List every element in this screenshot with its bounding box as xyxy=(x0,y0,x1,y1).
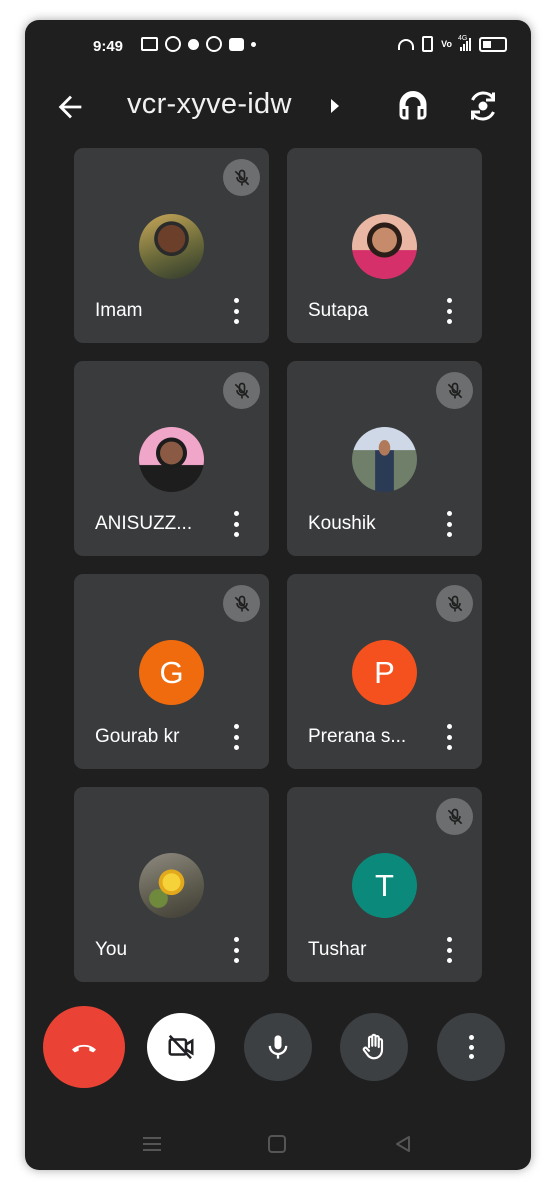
headphones-icon[interactable] xyxy=(395,88,431,124)
system-icons: Vo 4G xyxy=(398,34,507,52)
more-options-button[interactable] xyxy=(437,1013,505,1081)
participant-name: You xyxy=(95,939,128,960)
microphone-icon xyxy=(268,1035,288,1059)
avatar-photo xyxy=(139,427,204,492)
signal-icon: 4G xyxy=(458,34,471,51)
camera-toggle-button[interactable] xyxy=(147,1013,215,1081)
mic-off-icon xyxy=(223,159,260,196)
microphone-button[interactable] xyxy=(244,1013,312,1081)
status-bar: 9:49 Vo 4G xyxy=(25,20,531,72)
headset-status-icon xyxy=(398,38,415,50)
recents-icon[interactable] xyxy=(141,1134,163,1154)
participant-tile[interactable]: Sutapa xyxy=(287,148,482,343)
avatar-photo xyxy=(352,214,417,279)
more-vert-icon[interactable] xyxy=(443,937,455,963)
signal-bar xyxy=(466,40,468,51)
avatar-initial-letter: P xyxy=(374,654,395,690)
mic-off-icon xyxy=(223,585,260,622)
more-vert-icon xyxy=(465,1035,477,1059)
raise-hand-icon xyxy=(362,1033,384,1060)
participant-name: Prerana s... xyxy=(308,726,407,747)
avatar-initial: T xyxy=(352,853,417,918)
mic-off-icon xyxy=(436,372,473,409)
participant-name: ANISUZZ... xyxy=(95,513,193,534)
volte-icon: Vo xyxy=(441,39,452,49)
participant-tile[interactable]: G Gourab kr xyxy=(74,574,269,769)
battery-icon xyxy=(479,36,507,52)
mic-off-icon xyxy=(436,798,473,835)
avatar-photo xyxy=(139,853,204,918)
home-icon[interactable] xyxy=(267,1134,287,1154)
mic-off-icon xyxy=(223,372,260,409)
notification-icons xyxy=(141,36,256,52)
participant-tile[interactable]: Koushik xyxy=(287,361,482,556)
message-icon xyxy=(229,37,244,51)
data-saver-icon xyxy=(206,36,222,52)
participant-name: Tushar xyxy=(308,939,367,960)
participant-name: Gourab kr xyxy=(95,726,180,747)
participant-tile[interactable]: ANISUZZ... xyxy=(74,361,269,556)
more-vert-icon[interactable] xyxy=(230,511,242,537)
phone-screen: 9:49 Vo 4G vcr-xyve-idw Imam Sutapa ANIS… xyxy=(25,20,531,1170)
whatsapp-icon xyxy=(165,36,181,52)
participant-tile[interactable]: You xyxy=(74,787,269,982)
more-vert-icon[interactable] xyxy=(443,724,455,750)
mic-off-icon xyxy=(436,585,473,622)
participant-name: Imam xyxy=(95,300,143,321)
signal-bar xyxy=(469,37,471,51)
chevron-right-icon[interactable] xyxy=(331,99,339,113)
end-call-icon xyxy=(72,1044,96,1053)
status-time: 9:49 xyxy=(93,38,124,55)
avatar-photo xyxy=(139,214,204,279)
more-notifications-dot xyxy=(251,41,256,47)
system-navigation-bar xyxy=(25,1120,531,1170)
more-vert-icon[interactable] xyxy=(230,298,242,324)
participant-tile[interactable]: P Prerana s... xyxy=(287,574,482,769)
raise-hand-button[interactable] xyxy=(340,1013,408,1081)
signal-bar xyxy=(460,46,462,51)
more-vert-icon[interactable] xyxy=(443,511,455,537)
camera-off-icon xyxy=(168,1034,194,1060)
avatar-initial: G xyxy=(139,640,204,705)
avatar-initial-letter: G xyxy=(159,654,184,690)
avatar-initial-letter: T xyxy=(375,867,394,903)
participant-name: Sutapa xyxy=(308,300,369,321)
more-vert-icon[interactable] xyxy=(230,724,242,750)
signal-bar xyxy=(463,43,465,51)
participant-name: Koushik xyxy=(308,513,376,534)
more-vert-icon[interactable] xyxy=(443,298,455,324)
meeting-code-title[interactable]: vcr-xyve-idw xyxy=(127,88,292,121)
avatar-photo xyxy=(352,427,417,492)
back-arrow-icon[interactable] xyxy=(53,90,87,124)
avatar-initial: P xyxy=(352,640,417,705)
switch-camera-icon[interactable] xyxy=(465,88,501,124)
vibrate-icon xyxy=(422,36,434,52)
back-nav-icon[interactable] xyxy=(393,1134,413,1154)
app-notification-icon xyxy=(188,38,199,50)
call-controls xyxy=(25,1006,531,1088)
more-vert-icon[interactable] xyxy=(230,937,242,963)
meeting-header: vcr-xyve-idw xyxy=(25,82,531,132)
participant-tile[interactable]: T Tushar xyxy=(287,787,482,982)
participant-tile[interactable]: Imam xyxy=(74,148,269,343)
end-call-button[interactable] xyxy=(43,1006,125,1088)
network-type-label: 4G xyxy=(458,34,468,42)
cast-icon xyxy=(141,37,158,51)
